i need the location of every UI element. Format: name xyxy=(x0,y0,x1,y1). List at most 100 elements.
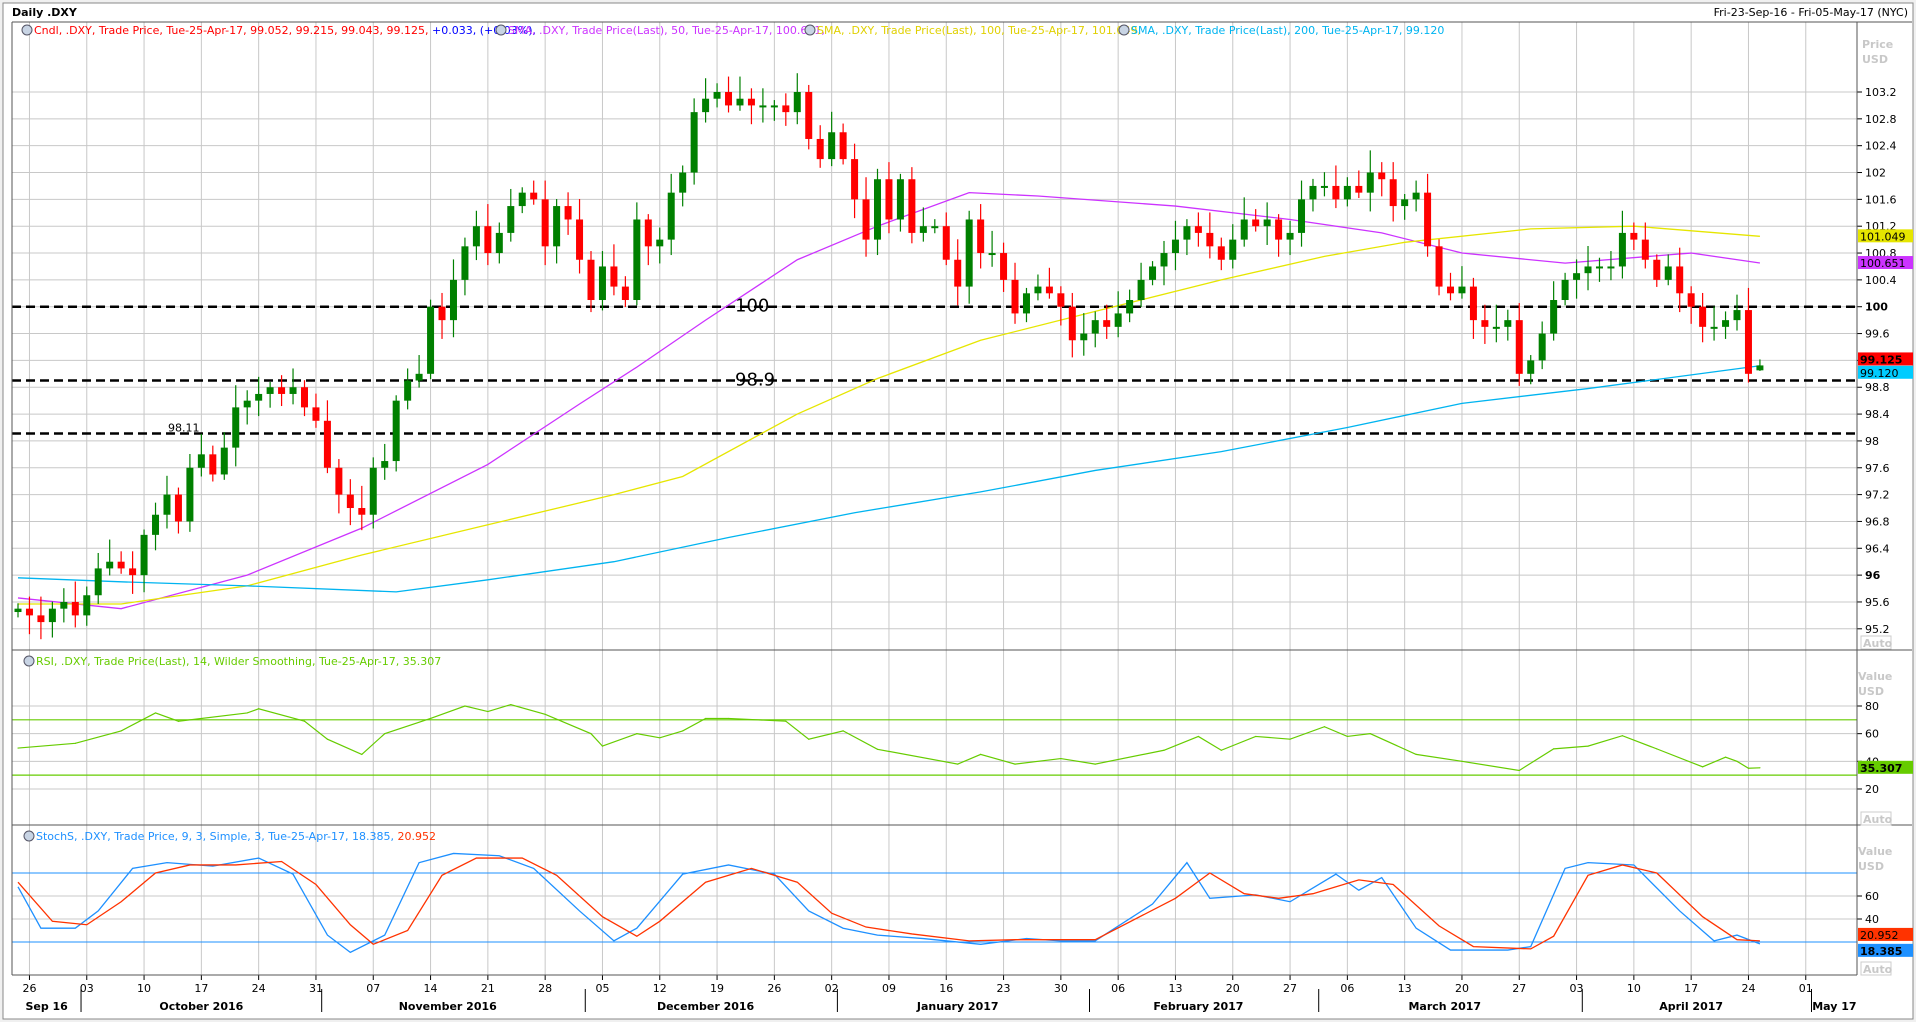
rsi-point xyxy=(957,763,959,765)
candle-body xyxy=(232,407,240,448)
rsi-point xyxy=(1621,735,1623,737)
candle-body xyxy=(564,206,572,220)
candle-body xyxy=(954,259,962,287)
candle-body xyxy=(449,279,457,321)
price-tick-label: 95.6 xyxy=(1865,596,1890,609)
candle-body xyxy=(1378,172,1386,180)
candle-body xyxy=(1171,239,1179,254)
day-tick-label: 10 xyxy=(137,982,151,995)
rsi-point xyxy=(1289,738,1291,740)
candle-body xyxy=(1481,320,1489,327)
rsi-point xyxy=(1014,763,1016,765)
candle-body xyxy=(1424,192,1432,247)
candle-body xyxy=(1401,199,1409,207)
day-tick-label: 16 xyxy=(939,982,953,995)
rsi-tick-label: 60 xyxy=(1865,728,1879,741)
candle-body xyxy=(874,179,881,240)
rsi-point xyxy=(785,720,787,722)
price-tick-label: 97.2 xyxy=(1865,489,1890,502)
candle-body xyxy=(1699,306,1707,327)
candle-body xyxy=(1080,333,1088,341)
price-tick-label: 98 xyxy=(1865,435,1879,448)
candle-body xyxy=(312,407,320,421)
candle-body xyxy=(415,373,423,381)
clock-icon[interactable] xyxy=(495,24,507,36)
candle-body xyxy=(679,172,687,193)
stoch-tick-label: 40 xyxy=(1865,913,1879,926)
candle-body xyxy=(1492,326,1500,329)
rsi-point xyxy=(17,747,19,749)
candle-body xyxy=(1206,232,1214,247)
day-tick-label: 26 xyxy=(767,982,781,995)
price-tick-label: 102.4 xyxy=(1865,140,1897,153)
candle-body xyxy=(1149,266,1157,280)
price-tick-label: 98.8 xyxy=(1865,381,1890,394)
rsi-point xyxy=(510,704,512,706)
sma100-legend: SMA, .DXY, Trade Price(Last), 100, Tue-2… xyxy=(817,24,1141,37)
auto-scale-label: Auto xyxy=(1863,637,1893,650)
rsi-axis-unit: USD xyxy=(1858,685,1884,698)
candle-body xyxy=(323,420,331,468)
day-tick-label: 20 xyxy=(1455,982,1469,995)
stoch-axis-unit: USD xyxy=(1858,860,1884,873)
candle-body xyxy=(828,132,836,160)
rsi-point xyxy=(1163,749,1165,751)
candle-body xyxy=(1298,199,1306,233)
candle-body xyxy=(656,239,664,247)
candle-body xyxy=(1618,232,1626,267)
candle-body xyxy=(1137,279,1145,301)
candle-body xyxy=(60,601,68,609)
auto-scale-label: Auto xyxy=(1863,813,1893,826)
candle-body xyxy=(885,179,893,220)
clock-icon[interactable] xyxy=(23,830,35,842)
rsi-point xyxy=(1060,757,1062,760)
rsi-point xyxy=(361,753,363,756)
candle-body xyxy=(1722,320,1730,327)
candle-body xyxy=(301,387,308,408)
clock-icon[interactable] xyxy=(23,655,35,667)
day-tick-label: 10 xyxy=(1627,982,1641,995)
candle-body xyxy=(1355,185,1363,193)
day-tick-label: 28 xyxy=(538,982,552,995)
candle xyxy=(392,395,400,472)
rsi-point xyxy=(682,730,684,732)
candle-body xyxy=(610,266,618,287)
clock-icon[interactable] xyxy=(21,24,33,36)
stoch-d-badge: 20.952 xyxy=(1860,929,1899,942)
rsi-point xyxy=(1747,767,1750,769)
price-tick-label: 99.6 xyxy=(1865,328,1890,341)
candle-body xyxy=(255,393,263,401)
candle-body xyxy=(1435,246,1443,287)
rsi-point xyxy=(980,753,982,756)
day-tick-label: 31 xyxy=(309,982,323,995)
candle-body xyxy=(1309,185,1317,200)
price-badge: 99.125 xyxy=(1860,353,1902,366)
candle-body xyxy=(942,226,950,260)
candle-body xyxy=(427,306,435,374)
clock-icon[interactable] xyxy=(1118,24,1130,36)
candle-legend: Cndl, .DXY, Trade Price, Tue-25-Apr-17, … xyxy=(34,24,429,37)
rsi-point xyxy=(1736,760,1738,762)
clock-icon[interactable] xyxy=(804,24,816,36)
candle-body xyxy=(931,226,939,229)
candle-body xyxy=(106,561,114,569)
rsi-point xyxy=(1553,748,1555,750)
rsi-point xyxy=(876,748,879,750)
candle-body xyxy=(576,219,584,260)
candle-body xyxy=(553,206,561,247)
candle-body xyxy=(965,219,973,287)
sma50-badge: 100.651 xyxy=(1860,257,1906,270)
candle-body xyxy=(174,494,182,522)
candle-body xyxy=(621,286,629,301)
candle-body xyxy=(48,608,56,623)
candle-body xyxy=(1469,286,1477,321)
candle-body xyxy=(1630,232,1638,240)
candle-body xyxy=(117,561,125,569)
day-tick-label: 12 xyxy=(653,982,667,995)
candle-body xyxy=(644,219,652,247)
candle-body xyxy=(438,306,446,321)
candle-body xyxy=(484,226,492,254)
price-axis-header: Price xyxy=(1862,38,1893,51)
rsi-badge: 35.307 xyxy=(1860,762,1902,775)
candle-body xyxy=(667,192,675,240)
